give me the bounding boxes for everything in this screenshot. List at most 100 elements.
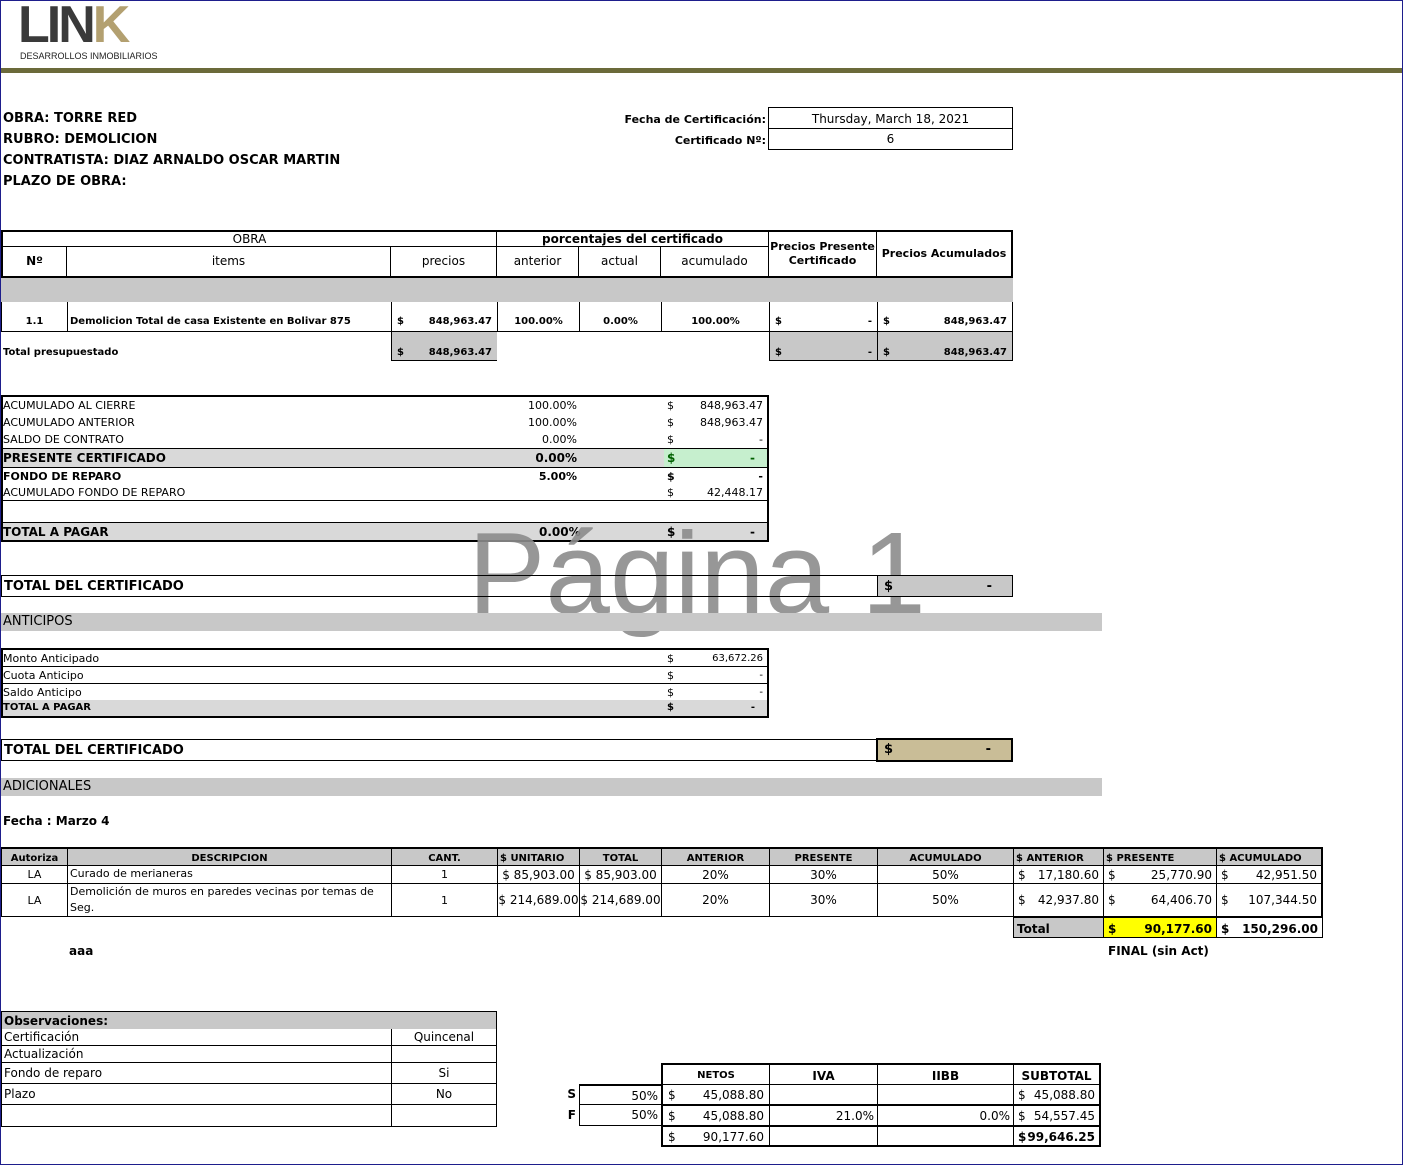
adicional-acumulado: 50% — [877, 866, 1013, 884]
netos-subtotal-value: 99,646.25 — [1027, 1130, 1095, 1144]
total-precio-value: 848,963.47 — [428, 347, 492, 358]
netos-iibb — [877, 1126, 1013, 1147]
summary-row: SALDO DE CONTRATO 0.00% $ - — [3, 431, 767, 448]
total-certificado-2-label: TOTAL DEL CERTIFICADO — [4, 743, 184, 758]
adicional-money-value: 42,951.50 — [1255, 868, 1317, 882]
adicional-money-s_pre: $25,770.90 — [1103, 866, 1216, 884]
adicionales-note-left: aaa — [69, 944, 94, 958]
netos-header-1: IVA — [769, 1063, 877, 1084]
anticipo-row: Monto Anticipado $63,672.26 — [3, 650, 767, 667]
netos-header-2: IIBB — [877, 1063, 1013, 1084]
col-precios-header: precios — [391, 247, 497, 278]
netos-header-0: NETOS — [661, 1063, 769, 1084]
adicionales-header-6: PRESENTE — [769, 847, 877, 866]
total-certificado-2-value-cell: $ - — [876, 738, 1013, 762]
observacion-label: Fondo de reparo — [1, 1063, 391, 1084]
precios-acumulados-header-text: Precios Acumulados — [881, 247, 1007, 260]
adicionales-header-9: $ PRESENTE — [1103, 847, 1216, 866]
netos-subtotal-cell: $45,088.80 — [1013, 1084, 1101, 1105]
adicional-unitario: $ 214,689.00 — [497, 884, 579, 917]
row-presente-cell: $ - — [769, 302, 877, 332]
obra-header: OBRA — [1, 230, 497, 247]
total-acumulados-value: 848,963.47 — [943, 347, 1007, 358]
anticipos-total-value: - — [750, 702, 755, 713]
anticipos-total-label: TOTAL A PAGAR — [3, 702, 91, 713]
certificado-numero-value: 6 — [768, 129, 1013, 150]
summary-row-currency: $ — [667, 416, 674, 429]
adicionales-header-7: ACUMULADO — [877, 847, 1013, 866]
total-certificado-2-row: TOTAL DEL CERTIFICADO — [1, 739, 877, 761]
total-acumulados-currency: $ — [883, 347, 890, 358]
observacion-value — [391, 1046, 497, 1063]
adicional-acumulado: 50% — [877, 884, 1013, 917]
total-precio-currency: $ — [397, 347, 404, 358]
netos-neto-currency: $ — [668, 1130, 676, 1144]
adicional-money-s_ant: $42,937.80 — [1013, 884, 1103, 917]
adicional-cantidad: 1 — [391, 884, 497, 917]
adicional-money-value: 42,937.80 — [1037, 893, 1099, 907]
netos-iva — [769, 1126, 877, 1147]
total-presupuestado-precio: $848,963.47 — [391, 332, 497, 361]
adicional-money-s_acu: $42,951.50 — [1216, 866, 1323, 884]
col-acumulado-header: acumulado — [661, 247, 769, 278]
adicionales-total-acumulado-value: 150,296.00 — [1242, 922, 1318, 936]
logo-main-text: LIN — [18, 0, 96, 54]
summary-row-currency: $ — [667, 451, 676, 465]
total-presupuestado-presente: $ - — [769, 332, 877, 361]
adicionales-total-acumulado-currency: $ — [1221, 922, 1230, 936]
total-presente-value: - — [867, 347, 872, 358]
summary-row-label: ACUMULADO AL CIERRE — [3, 399, 136, 412]
adicionales-header-2: CANT. — [391, 847, 497, 866]
anticipos-total-currency: $ — [667, 702, 674, 713]
summary-row-value: - — [758, 470, 763, 483]
summary-row-currency: $ — [667, 486, 674, 499]
observacion-value: Quincenal — [391, 1029, 497, 1046]
summary-row-label: PRESENTE CERTIFICADO — [3, 451, 166, 465]
summary-row: ACUMULADO AL CIERRE 100.00% $848,963.47 — [3, 397, 767, 414]
adicionales-header-1: DESCRIPCION — [67, 847, 391, 866]
observacion-label — [1, 1105, 391, 1127]
adicional-descripcion-line1: Demolición de muros en paredes vecinas p… — [70, 885, 374, 898]
adicional-money-value: 25,770.90 — [1150, 868, 1212, 882]
netos-neto-value: 45,088.80 — [702, 1109, 764, 1123]
netos-neto-currency: $ — [668, 1088, 676, 1102]
row-anterior: 100.00% — [497, 302, 579, 332]
total-a-pagar-label: TOTAL A PAGAR — [3, 525, 109, 539]
adicional-presente: 30% — [769, 884, 877, 917]
adicionales-note-right: FINAL (sin Act) — [1108, 944, 1209, 958]
total-presupuestado-label: Total presupuestado — [3, 347, 119, 358]
summary-row-currency: $ — [667, 399, 674, 412]
row-presente-currency: $ — [775, 316, 782, 327]
netos-subtotal-value: 45,088.80 — [1033, 1088, 1095, 1102]
adicionales-bottom-line — [1, 916, 1013, 917]
header-divider-bar — [1, 68, 1402, 73]
observacion-label: Actualización — [1, 1046, 391, 1063]
company-logo: LINK — [18, 0, 130, 51]
summary-row-value: 848,963.47 — [700, 416, 763, 429]
netos-subtotal-cell: $99,646.25 — [1013, 1126, 1101, 1147]
anticipo-row-currency: $ — [667, 652, 674, 665]
row-item-number: 1.1 — [1, 302, 67, 332]
observacion-value — [391, 1105, 497, 1127]
summary-row-pct: 100.00% — [528, 399, 577, 412]
adicionales-title: ADICIONALES — [1, 778, 1102, 796]
adicionales-header-0: Autoriza — [1, 847, 67, 866]
row-precio-value: 848,963.47 — [428, 316, 492, 327]
netos-subtotal-currency: $ — [1018, 1109, 1026, 1123]
total-certificado-1-label: TOTAL DEL CERTIFICADO — [4, 579, 184, 594]
adicional-autoriza: LA — [1, 884, 67, 917]
anticipo-row-value: - — [759, 670, 763, 681]
netos-subtotal-cell: $54,557.45 — [1013, 1105, 1101, 1126]
netos-subtotal-currency: $ — [1018, 1088, 1026, 1102]
total-certificado-1-value-cell: $ - — [877, 575, 1013, 597]
netos-pct: 50% — [579, 1105, 661, 1126]
summary-row-currency: $ — [667, 433, 674, 446]
anticipo-row: Cuota Anticipo $ - — [3, 667, 767, 684]
summary-row: FONDO DE REPARO 5.00% $ - — [3, 467, 767, 484]
netos-subtotal-currency: $ — [1018, 1130, 1027, 1144]
summary-row-pct: 0.00% — [535, 451, 577, 465]
netos-header-3: SUBTOTAL — [1013, 1063, 1101, 1084]
observaciones-title: Observaciones: — [1, 1011, 497, 1029]
summary-row-label: ACUMULADO ANTERIOR — [3, 416, 135, 429]
adicional-unitario: $ 85,903.00 — [497, 866, 579, 884]
